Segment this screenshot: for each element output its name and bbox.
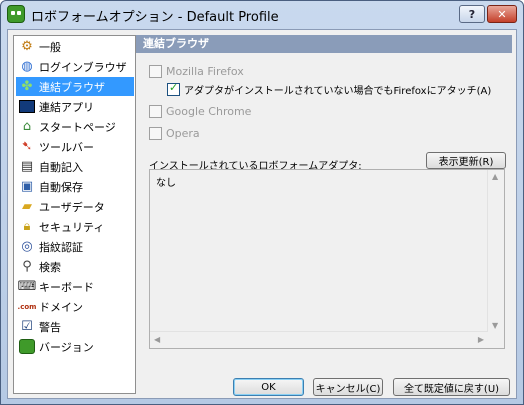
settings-panel: 連結ブラウザ Mozilla Firefox アダプタがインストールされていない… [136,35,512,373]
close-button[interactable]: ✕ [487,5,517,23]
sidebar-item-label: 警告 [39,320,61,334]
dialog-client: ⚙ 一般 ◍ ログインブラウザ ✤ 連結ブラウザ 連結アプリ ⌂ スタートページ… [7,29,517,399]
scroll-left-icon[interactable]: ◀ [154,335,160,344]
sidebar-item-user-data[interactable]: ▰ ユーザデータ [16,197,134,216]
fingerprint-icon: ◎ [21,238,33,254]
folder-icon: ▰ [22,198,32,214]
sidebar-item-label: キーボード [39,280,94,294]
sidebar-item-label: ツールバー [39,140,94,154]
adapter-list[interactable]: なし ▲ ▼ ◀ ▶ [149,169,505,349]
checkbox-box [149,127,162,140]
window-title: ロボフォームオプション - Default Profile [31,10,279,25]
home-icon: ⌂ [22,118,32,134]
checkbox-box [149,65,162,78]
checkbox-label: Google Chrome [166,105,252,118]
sidebar-item-general[interactable]: ⚙ 一般 [16,37,134,56]
checkbox-label: Mozilla Firefox [166,65,244,78]
checkbox-label: Opera [166,127,200,140]
section-title: 連結ブラウザ [136,35,512,53]
sidebar-item-version[interactable]: バージョン [16,337,134,356]
opera-checkbox[interactable]: Opera [149,127,200,140]
options-window: ロボフォームオプション - Default Profile ? ✕ ⚙ 一般 ◍… [0,0,524,405]
sidebar-item-label: セキュリティ [39,220,105,234]
sidebar-item-login-browser[interactable]: ◍ ログインブラウザ [16,57,134,76]
sidebar-item-label: ユーザデータ [39,200,105,214]
application-icon [19,99,35,115]
sidebar-item-label: 自動記入 [39,160,83,174]
sidebar-item-label: バージョン [39,340,94,354]
roboform-icon [7,5,25,23]
robot-icon [19,339,35,355]
globe-icon: ◍ [21,58,33,74]
adapter-list-text: なし [156,178,176,189]
sidebar-item-label: 自動保存 [39,180,83,194]
checkbox-label: アダプタがインストールされていない場合でもFirefoxにアタッチ(A) [184,86,492,97]
save-icon: ▣ [20,178,34,194]
sidebar-item-integrated-apps[interactable]: 連結アプリ [16,97,134,116]
checkbox-box [149,105,162,118]
sidebar-item-label: 連結ブラウザ [39,80,105,94]
sidebar-item-toolbar[interactable]: ➷ ツールバー [16,137,134,156]
sidebar-item-security[interactable]: 🔒︎ セキュリティ [16,217,134,236]
gear-icon: ⚙ [21,38,33,54]
cancel-button[interactable]: キャンセル(C) [313,378,383,396]
toolbar-icon: ➷ [21,138,33,154]
title-bar[interactable]: ロボフォームオプション - Default Profile ? ✕ [1,1,523,29]
ok-button[interactable]: OK [233,378,304,396]
reset-defaults-button[interactable]: 全て既定値に戻す(U) [393,378,510,396]
sidebar-item-label: ドメイン [39,300,83,314]
sidebar-item-warnings[interactable]: ☑ 警告 [16,317,134,336]
sidebar-item-keyboard[interactable]: ⌨ キーボード [16,277,134,296]
sidebar-item-label: 連結アプリ [39,100,94,114]
sidebar-item-label: スタートページ [39,120,116,134]
magnifier-icon: ⚲ [22,258,32,274]
sidebar-item-label: 指紋認証 [39,240,83,254]
horizontal-scrollbar[interactable]: ◀ ▶ [150,331,488,348]
com-icon: .com [17,302,37,311]
sidebar-item-label: ログインブラウザ [39,60,127,74]
checkbox-warning-icon: ☑ [21,318,33,334]
firefox-checkbox[interactable]: Mozilla Firefox [149,65,244,78]
sidebar-item-domain[interactable]: .com ドメイン [16,297,134,316]
scroll-right-icon[interactable]: ▶ [478,335,484,344]
lock-icon: 🔒︎ [23,218,31,234]
sidebar-item-autosave[interactable]: ▣ 自動保存 [16,177,134,196]
chrome-checkbox[interactable]: Google Chrome [149,105,251,118]
sidebar-item-autofill[interactable]: ▤ 自動記入 [16,157,134,176]
sidebar-item-fingerprint[interactable]: ◎ 指紋認証 [16,237,134,256]
refresh-button[interactable]: 表示更新(R) [426,152,506,169]
attach-firefox-checkbox[interactable]: アダプタがインストールされていない場合でもFirefoxにアタッチ(A) [167,81,492,97]
sidebar-item-start-page[interactable]: ⌂ スタートページ [16,117,134,136]
sidebar-item-integrated-browsers[interactable]: ✤ 連結ブラウザ [16,77,134,96]
scroll-up-icon[interactable]: ▲ [492,172,498,181]
keyboard-icon: ⌨ [17,278,37,294]
options-category-list[interactable]: ⚙ 一般 ◍ ログインブラウザ ✤ 連結ブラウザ 連結アプリ ⌂ スタートページ… [13,35,136,394]
sidebar-item-label: 検索 [39,260,61,274]
autofill-icon: ▤ [20,158,34,174]
sidebar-item-search[interactable]: ⚲ 検索 [16,257,134,276]
scroll-down-icon[interactable]: ▼ [492,321,498,330]
vertical-scrollbar[interactable]: ▲ ▼ [487,170,504,332]
sidebar-item-label: 一般 [39,40,61,54]
checkbox-box [167,81,180,96]
help-button[interactable]: ? [459,5,485,23]
puzzle-icon: ✤ [21,78,33,94]
